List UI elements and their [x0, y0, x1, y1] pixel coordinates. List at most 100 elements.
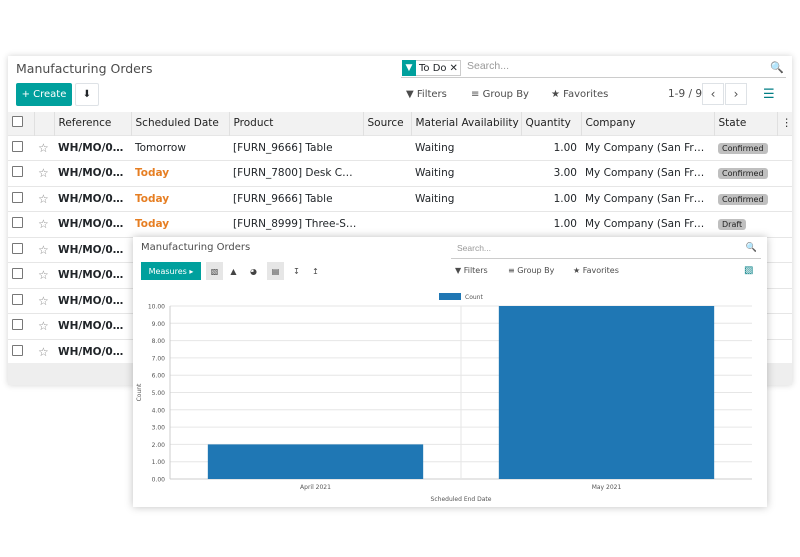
favorites-menu[interactable]: ★ Favorites [551, 89, 608, 100]
priority-star-cell[interactable]: ☆ [34, 134, 54, 161]
group-by-menu[interactable]: ≡ Group By [471, 89, 529, 100]
row-select-cell[interactable] [8, 185, 34, 212]
filters-label: Filters [416, 89, 447, 100]
status-badge: Confirmed [718, 193, 768, 205]
column-header[interactable]: Scheduled Date [131, 112, 230, 135]
column-header[interactable]: Product [229, 112, 364, 135]
graph-favorites-menu[interactable]: ★ Favorites [573, 266, 619, 275]
remove-facet-icon[interactable]: ✕ [450, 63, 460, 74]
optional-columns-toggle[interactable]: ⋮ [777, 112, 792, 135]
checkbox[interactable] [12, 217, 23, 229]
graph-group-by-menu[interactable]: ≡ Group By [508, 266, 554, 275]
priority-star-cell[interactable]: ☆ [34, 185, 54, 212]
checkbox[interactable] [12, 140, 23, 152]
product-cell: [FURN_9666] Table [229, 185, 363, 212]
measures-button[interactable]: Measures ▸ [141, 262, 201, 280]
priority-star-cell[interactable]: ☆ [34, 211, 54, 237]
column-header[interactable]: Company [581, 112, 715, 135]
pager-value[interactable]: 1-9 / 9 [668, 88, 702, 100]
search-bar[interactable]: ▼ To Do ✕ 🔍 [401, 59, 786, 78]
star-icon[interactable]: ☆ [38, 294, 49, 308]
checkbox[interactable] [12, 191, 23, 203]
chevron-left-icon: ‹ [710, 87, 716, 101]
table-row[interactable]: ☆ WH/MO/00011Today[FURN_9666] Table Waitin… [8, 185, 792, 212]
table-row[interactable]: ☆ WH/MO/00010Today[FURN_8999] Three-Seat … [8, 211, 792, 237]
priority-star-cell[interactable]: ☆ [34, 160, 54, 186]
star-icon[interactable]: ☆ [38, 192, 49, 206]
list-view-switch-icon[interactable]: ☰ [763, 87, 775, 102]
search-facet[interactable]: ▼ To Do ✕ [402, 60, 461, 76]
column-header[interactable]: Material Availability [411, 112, 522, 135]
page-title: Manufacturing Orders [16, 61, 153, 76]
column-header[interactable]: Quantity [521, 112, 582, 135]
status-badge: Confirmed [718, 142, 768, 154]
group-by-label: Group By [517, 266, 555, 275]
create-button[interactable]: + Create [16, 83, 72, 106]
quantity-cell: 3.00 [521, 160, 581, 186]
checkbox[interactable] [12, 319, 23, 331]
checkbox[interactable] [12, 268, 23, 280]
column-header[interactable]: Reference [54, 112, 132, 135]
priority-star-cell[interactable]: ☆ [34, 287, 54, 314]
checkbox[interactable] [12, 166, 23, 178]
graph-search-input[interactable] [457, 243, 717, 253]
graph-view-switch-icon[interactable]: ▧ [744, 265, 753, 276]
priority-star-cell[interactable]: ☆ [34, 236, 54, 263]
company-cell: My Company (San Francisco) [581, 160, 714, 186]
row-select-cell[interactable] [8, 313, 34, 339]
star-icon[interactable]: ☆ [38, 217, 49, 231]
priority-star-cell[interactable]: ☆ [34, 262, 54, 288]
star-icon[interactable]: ☆ [38, 141, 49, 155]
row-select-cell[interactable] [8, 211, 34, 237]
download-button[interactable]: ⬇ [75, 83, 99, 106]
stacked-toggle-icon[interactable]: ▤ [267, 262, 284, 280]
sort-descending-icon[interactable]: ↧ [288, 262, 305, 280]
star-icon[interactable]: ☆ [38, 345, 49, 359]
sort-ascending-icon[interactable]: ↥ [307, 262, 324, 280]
bar-chart-mode-icon[interactable]: ▧ [206, 262, 223, 280]
pager-next-button[interactable]: › [725, 83, 747, 105]
checkbox[interactable] [12, 116, 23, 128]
checkbox[interactable] [12, 293, 23, 305]
graph-search-bar[interactable]: 🔍 [451, 241, 761, 259]
row-select-cell[interactable] [8, 338, 34, 365]
pager-previous-button[interactable]: ‹ [702, 83, 724, 105]
row-select-cell[interactable] [8, 262, 34, 288]
priority-star-cell[interactable]: ☆ [34, 338, 54, 365]
table-row[interactable]: ☆ WH/MO/00012Today[FURN_7800] Desk Combin… [8, 160, 792, 186]
star-icon[interactable]: ☆ [38, 268, 49, 282]
priority-star-cell[interactable]: ☆ [34, 313, 54, 339]
source-cell [363, 160, 411, 186]
column-header[interactable]: State [714, 112, 778, 135]
row-select-cell[interactable] [8, 160, 34, 186]
state-cell: Confirmed [714, 134, 777, 161]
star-icon[interactable]: ☆ [38, 243, 49, 257]
star-icon[interactable]: ☆ [38, 166, 49, 180]
line-chart-mode-icon[interactable]: ▲ [225, 262, 242, 280]
row-select-cell[interactable] [8, 236, 34, 263]
search-input[interactable] [467, 60, 747, 72]
table-row[interactable]: ☆ WH/MO/00002Tomorrow[FURN_9666] Table Wai… [8, 134, 792, 161]
source-cell [363, 134, 411, 161]
ref-cell: WH/MO/00003 [54, 313, 131, 339]
select-all-checkbox[interactable] [8, 112, 35, 135]
row-select-cell[interactable] [8, 287, 34, 314]
y-tick-label: 10.00 [148, 304, 165, 311]
search-icon[interactable]: 🔍 [770, 61, 784, 74]
availability-cell: Waiting [411, 160, 521, 186]
bar [207, 444, 424, 479]
star-icon[interactable]: ☆ [38, 319, 49, 333]
row-select-cell[interactable] [8, 134, 34, 161]
facet-label: To Do [419, 62, 447, 74]
checkbox[interactable] [12, 242, 23, 254]
table-header: Reference Scheduled Date Product Source … [8, 112, 792, 135]
star-icon: ★ [551, 89, 560, 100]
checkbox[interactable] [12, 345, 23, 356]
pie-chart-mode-icon[interactable]: ◕ [245, 262, 262, 280]
column-header[interactable]: Source [363, 112, 412, 135]
y-tick-label: 1.00 [152, 459, 166, 466]
filters-menu[interactable]: ▼ Filters [406, 89, 447, 100]
scheduled-date-cell: Today [131, 185, 229, 212]
search-icon[interactable]: 🔍 [746, 243, 757, 253]
graph-filters-menu[interactable]: ▼ Filters [455, 266, 488, 275]
